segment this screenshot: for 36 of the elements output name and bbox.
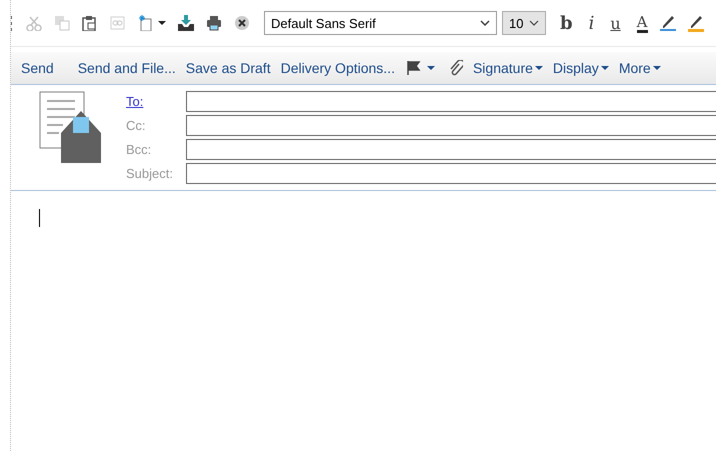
menu-button[interactable]: Signature <box>472 60 543 76</box>
field-label: Bcc: <box>126 142 152 157</box>
text-cursor <box>39 209 40 227</box>
font-size-dropdown[interactable]: 10 <box>502 11 546 35</box>
caret-icon <box>652 66 661 70</box>
font-dropdown[interactable]: Default Sans Serif <box>264 11 497 35</box>
field-label: Cc: <box>126 118 146 133</box>
field-label-link[interactable]: To: <box>126 94 186 109</box>
printer-icon[interactable] <box>206 15 222 31</box>
chevron-icon <box>480 20 490 26</box>
chevron-icon <box>529 20 539 26</box>
action-button[interactable]: Send and File... <box>78 60 176 76</box>
menu-button[interactable]: More <box>618 60 661 76</box>
field-label: Subject: <box>126 166 174 181</box>
input-field[interactable] <box>186 91 716 112</box>
clipboard-icon[interactable] <box>82 15 98 31</box>
highlighter-icon[interactable] <box>688 14 704 32</box>
input-field[interactable] <box>186 115 716 136</box>
action-button[interactable]: Save as Draft <box>186 60 271 76</box>
pen-icon[interactable] <box>660 14 676 32</box>
action-button[interactable]: Delivery Options... <box>280 60 395 76</box>
caret-icon <box>600 66 609 70</box>
input-field[interactable] <box>186 163 716 184</box>
underline-button[interactable]: u <box>610 14 621 32</box>
input-field[interactable] <box>186 139 716 160</box>
caret-icon[interactable] <box>158 21 166 25</box>
bold-button[interactable]: b <box>560 12 573 34</box>
download-tray-icon[interactable] <box>178 15 194 31</box>
cancel-icon[interactable] <box>234 15 250 31</box>
flag-button[interactable] <box>406 61 437 75</box>
font-color-button[interactable]: A <box>636 14 648 32</box>
action-button[interactable]: Send <box>21 60 54 76</box>
italic-button[interactable]: i <box>588 12 594 34</box>
caret-icon <box>534 66 543 70</box>
menu-button[interactable]: Display <box>552 60 609 76</box>
paperclip-icon[interactable] <box>448 60 463 76</box>
